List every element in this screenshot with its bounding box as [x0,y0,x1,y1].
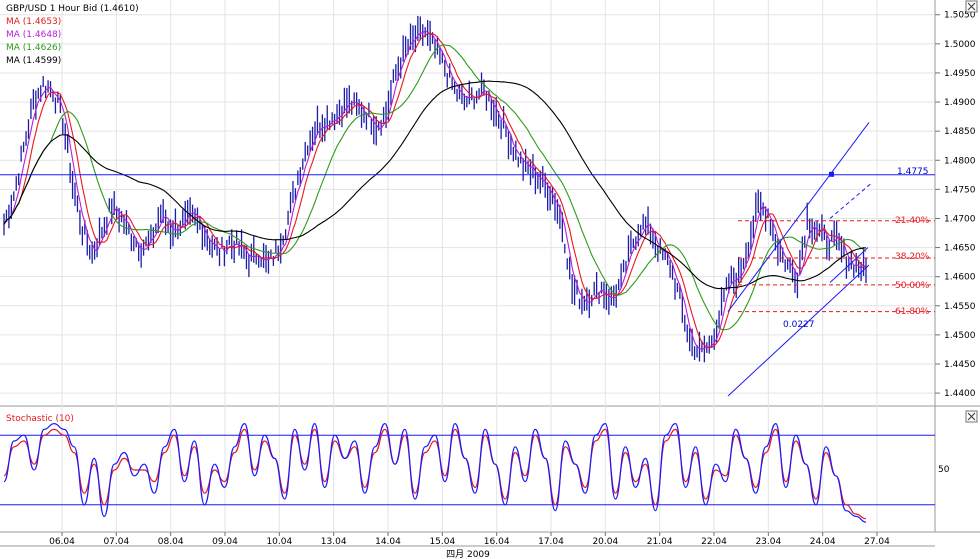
fib-label-3: 50.00% [895,281,930,291]
price-tick-label: 1.4700 [944,214,976,224]
price-tick-label: 1.4450 [944,360,976,370]
price-panel [0,0,935,405]
stochastic-panel-close-button[interactable] [965,410,978,423]
month-label: 四月 2009 [446,549,490,559]
date-tick-label: 21.04 [647,537,673,547]
date-tick-label: 16.04 [484,537,510,547]
stochastic-panel [0,410,935,532]
stochastic-level-label: 50 [938,465,950,475]
price-tick-label: 1.4900 [944,98,976,108]
price-tick-label: 1.4800 [944,156,976,166]
forex-chart: 1.5050 1.5000 1.4950 1.4900 1.4850 1.4800 1.47… [0,0,980,559]
legend-ma-3: MA (1.4626) [6,43,61,53]
date-tick-label: 15.04 [429,537,455,547]
price-tick-label: 1.4950 [944,69,976,79]
date-tick-label: 07.04 [103,537,129,547]
price-tick-label: 1.4750 [944,185,976,195]
channel-label: 0.0227 [783,320,815,330]
date-tick-label: 20.04 [592,537,618,547]
date-tick-label: 17.04 [538,537,564,547]
stochastic-title: Stochastic (10) [6,414,74,424]
fib-label-4: 61.80% [895,307,930,317]
date-tick-label: 10.04 [266,537,292,547]
date-tick-label: 27.04 [864,537,890,547]
price-tick-label: 1.5000 [944,40,976,50]
date-tick-label: 22.04 [701,537,727,547]
price-tick-label: 1.4850 [944,127,976,137]
date-tick-label: 13.04 [321,537,347,547]
date-tick-label: 24.04 [810,537,836,547]
date-tick-label: 23.04 [755,537,781,547]
price-tick-label: 1.4650 [944,244,976,254]
chart-title: GBP/USD 1 Hour Bid (1.4610) [6,4,139,14]
legend-ma-1: MA (1.4653) [6,17,61,27]
legend-ma-4: MA (1.4599) [6,56,61,66]
legend-ma-2: MA (1.4648) [6,30,61,40]
date-tick-label: 08.04 [158,537,184,547]
date-tick-label: 09.04 [212,537,238,547]
hline-label: 1.4775 [897,167,929,177]
price-tick-label: 1.4500 [944,331,976,341]
price-tick-label: 1.4400 [944,389,976,399]
chart-svg: 1.50501.50001.49501.49001.48501.48001.47… [0,0,980,559]
date-tick-label: 06.04 [49,537,75,547]
date-tick-label: 14.04 [375,537,401,547]
price-tick-label: 1.4600 [944,273,976,283]
fib-label-2: 38.20% [895,252,930,262]
fib-label-1: 21.40% [895,216,930,226]
price-panel-close-button[interactable] [965,0,978,13]
price-tick-label: 1.4550 [944,302,976,312]
